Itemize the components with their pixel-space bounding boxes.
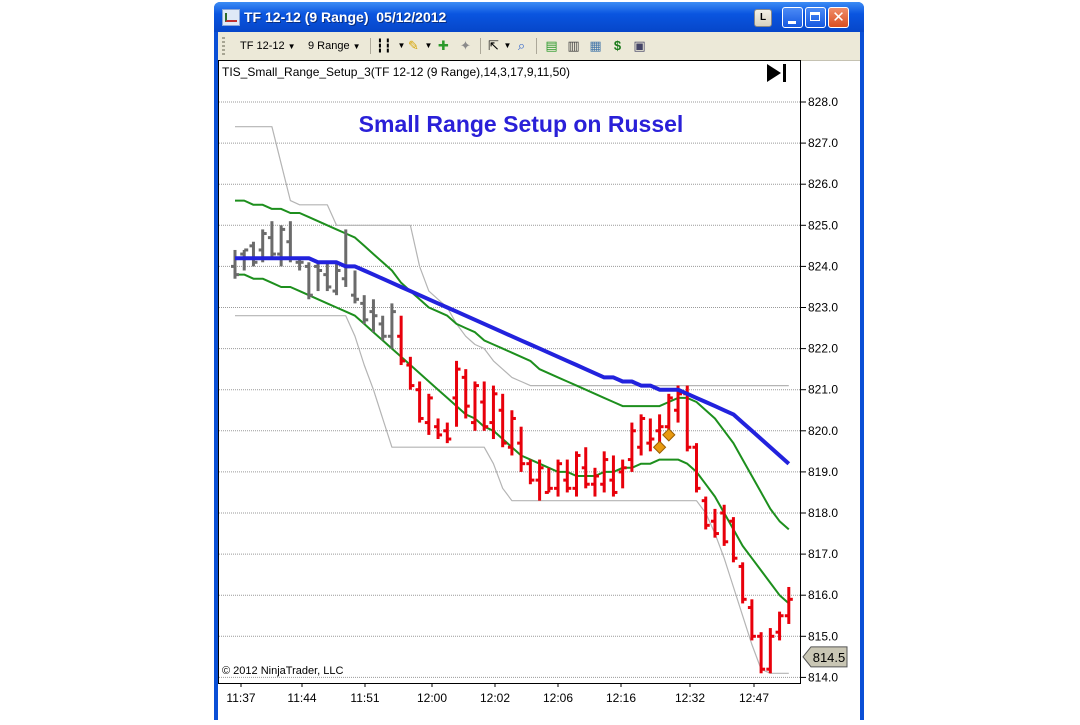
add-indicator-icon[interactable]: ✚ (436, 38, 451, 53)
x-tick-label: 11:37 (226, 691, 255, 705)
chevron-down-icon: ▼ (352, 42, 361, 51)
y-tick-label: 818.0 (808, 506, 838, 520)
x-tick-label: 12:06 (543, 691, 573, 705)
chart-app-icon (222, 9, 240, 26)
y-tick-label: 814.0 (808, 670, 838, 684)
chart-toolbar: TF 12-12 ▼ 9 Range ▼ ┇┇ ▼ ✎ ▼ ✚ ✦ ⇱ ▼ ⌕ ▤ … (218, 32, 860, 61)
cursor-icon[interactable]: ⇱ (486, 38, 501, 53)
close-icon[interactable]: ✕ (828, 7, 849, 28)
y-tick-label: 826.0 (808, 177, 838, 191)
y-tick-label: 828.0 (808, 95, 838, 109)
instrument-label: TF 12-12 (240, 40, 285, 52)
window-title: TF 12-12 (9 Range) 05/12/2012 (244, 9, 447, 25)
window-client: TF 12-12 ▼ 9 Range ▼ ┇┇ ▼ ✎ ▼ ✚ ✦ ⇱ ▼ ⌕ ▤ … (218, 32, 860, 720)
chevron-down-icon[interactable]: ▼ (421, 38, 436, 53)
pencil-icon[interactable]: ✎ (406, 38, 421, 53)
x-tick-label: 12:16 (606, 691, 636, 705)
strategy-icon[interactable]: ▤ (544, 38, 559, 53)
maximize-icon[interactable] (805, 7, 826, 28)
toolbar-grip[interactable] (222, 37, 225, 55)
minimize-icon[interactable] (782, 7, 803, 28)
x-tick-label: 12:02 (480, 691, 510, 705)
toolbar-separator (536, 38, 537, 54)
price-chart[interactable]: 828.0 827.0 826.0 825.0 824.0 823.0 822.0 821.0… (218, 60, 860, 720)
y-tick-label: 820.0 (808, 424, 838, 438)
dollar-icon[interactable]: $ (610, 38, 625, 53)
x-tick-label: 11:51 (350, 691, 379, 705)
y-tick-label: 823.0 (808, 301, 838, 315)
copyright-text: © 2012 NinjaTrader, LLC (222, 665, 343, 677)
layout-button[interactable]: L (754, 9, 772, 27)
bar-type-icon[interactable]: ┇┇ (376, 38, 392, 53)
y-tick-label: 815.0 (808, 629, 838, 643)
period-selector[interactable]: 9 Range ▼ (308, 40, 361, 52)
instrument-selector[interactable]: TF 12-12 ▼ (240, 40, 296, 52)
y-tick-label: 824.0 (808, 259, 838, 273)
last-price-label: 814.5 (813, 650, 846, 665)
period-label: 9 Range (308, 40, 350, 52)
chart-properties-icon[interactable]: ▦ (588, 38, 603, 53)
indicators-icon[interactable]: ▥ (566, 38, 581, 53)
y-tick-label: 827.0 (808, 136, 838, 150)
chart-title: Small Range Setup on Russel (359, 111, 684, 137)
data-box-icon[interactable]: ▣ (632, 38, 647, 53)
chart-window: TF 12-12 (9 Range) 05/12/2012 L ✕ TF 12-… (214, 2, 864, 720)
skip-to-end-icon (783, 64, 786, 82)
indicator-label: TIS_Small_Range_Setup_3(TF 12-12 (9 Rang… (222, 65, 570, 79)
x-tick-label: 11:44 (287, 691, 316, 705)
toolbar-separator (370, 38, 371, 54)
x-tick-label: 12:00 (417, 691, 447, 705)
chevron-down-icon: ▼ (287, 42, 296, 51)
y-tick-label: 816.0 (808, 588, 838, 602)
toolbar-separator (480, 38, 481, 54)
x-tick-label: 12:47 (739, 691, 769, 705)
y-tick-label: 821.0 (808, 383, 838, 397)
remove-indicator-icon[interactable]: ✦ (458, 38, 473, 53)
y-tick-label: 822.0 (808, 342, 838, 356)
zoom-icon[interactable]: ⌕ (514, 38, 529, 53)
chart-area[interactable]: 828.0 827.0 826.0 825.0 824.0 823.0 822.0 821.0… (218, 60, 860, 720)
plot-frame (218, 60, 801, 684)
y-tick-label: 819.0 (808, 465, 838, 479)
title-bar[interactable]: TF 12-12 (9 Range) 05/12/2012 L ✕ (214, 2, 864, 32)
y-tick-label: 825.0 (808, 218, 838, 232)
y-tick-label: 817.0 (808, 547, 838, 561)
x-tick-label: 12:32 (675, 691, 705, 705)
chevron-down-icon[interactable]: ▼ (500, 38, 515, 53)
